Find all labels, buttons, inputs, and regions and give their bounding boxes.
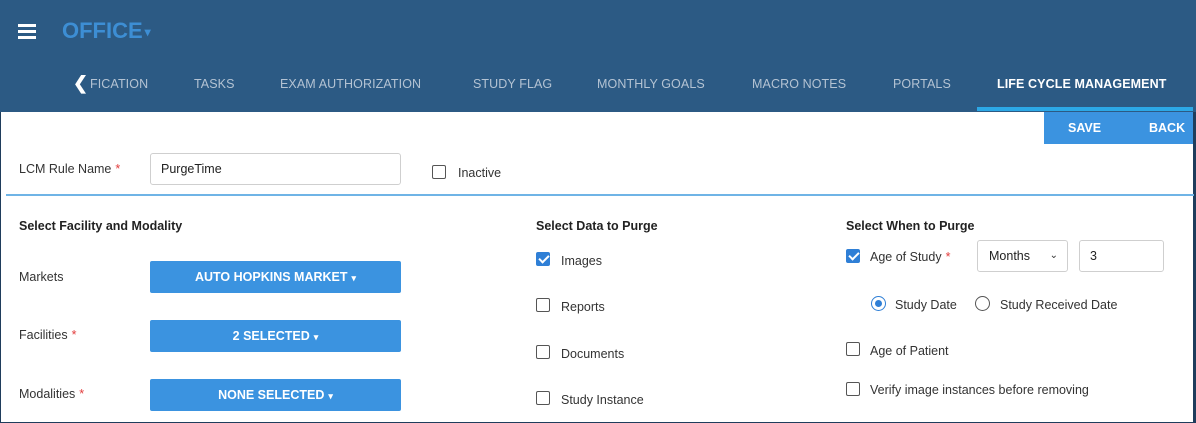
markets-dropdown-value: AUTO HOPKINS MARKET — [194, 270, 348, 284]
rule-name-input[interactable] — [150, 153, 401, 185]
tabs-scroll-left-icon[interactable]: ❮ — [73, 73, 88, 94]
inactive-label: Inactive — [458, 166, 502, 180]
verify-instances-checkbox[interactable] — [846, 382, 860, 396]
study-date-radio[interactable] — [871, 296, 886, 311]
verify-instances-label: Verify image instances before removing — [870, 383, 1089, 397]
back-button[interactable]: BACK — [1149, 112, 1185, 144]
markets-label: Markets — [19, 270, 64, 284]
inactive-checkbox[interactable] — [432, 165, 446, 179]
tab-portals[interactable]: PORTALS — [893, 77, 951, 91]
modalities-label: Modalities * — [19, 387, 84, 401]
tab-tasks[interactable]: TASKS — [194, 77, 235, 91]
markets-dropdown[interactable]: AUTO HOPKINS MARKET ▾ — [150, 261, 401, 293]
images-checkbox[interactable] — [536, 252, 550, 266]
purge-when-section-heading: Select When to Purge — [846, 219, 975, 233]
facility-section-heading: Select Facility and Modality — [19, 219, 183, 233]
chevron-down-icon: ▾ — [351, 273, 357, 283]
age-of-patient-label: Age of Patient — [870, 344, 949, 358]
age-of-study-checkbox[interactable] — [846, 249, 860, 263]
study-instance-checkbox[interactable] — [536, 391, 550, 405]
modalities-dropdown-value: NONE SELECTED — [218, 388, 325, 402]
active-tab-indicator — [977, 107, 1193, 111]
action-toolbar: SAVE BACK — [1044, 112, 1193, 144]
required-asterisk: * — [945, 250, 951, 264]
modalities-dropdown[interactable]: NONE SELECTED ▾ — [150, 379, 401, 411]
age-unit-select-value: Months — [989, 249, 1030, 263]
app-title-text: OFFICE — [62, 18, 143, 43]
age-of-study-label: Age of Study * — [870, 250, 950, 264]
facilities-label: Facilities * — [19, 328, 77, 342]
tab-macro-notes[interactable]: MACRO NOTES — [752, 77, 846, 91]
age-unit-select[interactable]: Months ⌄ — [977, 240, 1068, 272]
section-divider — [6, 194, 1194, 196]
purge-data-section-heading: Select Data to Purge — [536, 219, 658, 233]
documents-checkbox[interactable] — [536, 345, 550, 359]
facilities-dropdown[interactable]: 2 SELECTED ▾ — [150, 320, 401, 352]
tab-life-cycle-management[interactable]: LIFE CYCLE MANAGEMENT — [997, 77, 1166, 91]
save-button[interactable]: SAVE — [1068, 112, 1101, 144]
age-of-patient-checkbox[interactable] — [846, 342, 860, 356]
age-amount-input[interactable] — [1079, 240, 1164, 272]
app-title-caret-icon: ▾ — [144, 25, 151, 40]
images-label: Images — [561, 254, 602, 268]
tab-notification[interactable]: FICATION — [90, 77, 148, 91]
facilities-dropdown-value: 2 SELECTED — [232, 329, 310, 343]
modalities-label-text: Modalities — [19, 387, 76, 401]
tab-exam-authorization[interactable]: EXAM AUTHORIZATION — [280, 77, 421, 91]
tab-monthly-goals[interactable]: MONTHLY GOALS — [597, 77, 705, 91]
rule-name-label: LCM Rule Name * — [19, 162, 120, 176]
documents-label: Documents — [561, 347, 625, 361]
study-instance-label: Study Instance — [561, 393, 644, 407]
study-date-label: Study Date — [895, 298, 957, 312]
study-received-date-label: Study Received Date — [1000, 298, 1118, 312]
age-of-study-label-text: Age of Study — [870, 250, 942, 264]
chevron-down-icon: ▾ — [328, 391, 333, 401]
app-title[interactable]: OFFICE ▾ — [62, 18, 151, 44]
tab-study-flag[interactable]: STUDY FLAG — [473, 77, 552, 91]
study-received-date-radio[interactable] — [975, 296, 990, 311]
rule-name-label-text: LCM Rule Name — [19, 162, 112, 176]
reports-label: Reports — [561, 300, 605, 314]
required-asterisk: * — [71, 328, 77, 342]
chevron-down-icon: ▾ — [313, 332, 319, 342]
top-navigation-bar: OFFICE ▾ ❮ FICATION TASKS EXAM AUTHORIZAT… — [0, 0, 1196, 112]
reports-checkbox[interactable] — [536, 298, 550, 312]
chevron-down-icon: ⌄ — [1049, 250, 1058, 261]
required-asterisk: * — [79, 387, 85, 401]
facilities-label-text: Facilities — [19, 328, 68, 342]
required-asterisk: * — [115, 162, 121, 176]
hamburger-menu-icon[interactable] — [18, 24, 36, 39]
